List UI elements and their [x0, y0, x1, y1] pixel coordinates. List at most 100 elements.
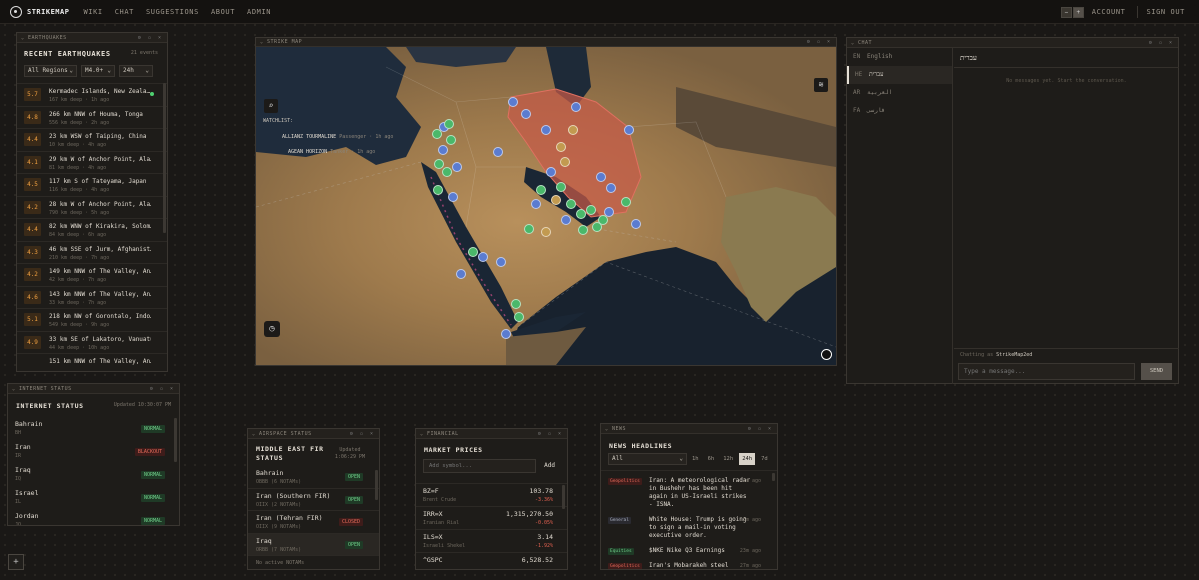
earthquake-row[interactable]: 4.8 266 km NNW of Houma, Tonga 556 km de…: [17, 107, 167, 129]
strike-marker-icon[interactable]: [448, 192, 458, 202]
strike-marker-icon[interactable]: [478, 252, 488, 262]
time-range-tab-24h[interactable]: 24h: [739, 453, 756, 465]
panel-header[interactable]: ⌄ NEWS ⚙ ▫ ×: [601, 424, 777, 434]
strike-marker-icon[interactable]: [496, 257, 506, 267]
news-category-filter[interactable]: All ⌄: [608, 453, 687, 465]
language-item-he[interactable]: HE עברית: [847, 66, 952, 84]
time-range-tab-1h[interactable]: 1h: [689, 453, 702, 465]
vessel-marker-icon[interactable]: [566, 199, 576, 209]
time-range-tab-12h[interactable]: 12h: [720, 453, 736, 465]
country-row[interactable]: Israel IL NORMAL: [8, 487, 179, 510]
vessel-marker-icon[interactable]: [432, 129, 442, 139]
search-icon[interactable]: ⌕: [264, 99, 278, 113]
panel-header[interactable]: ⌄ AIRSPACE STATUS ⚙ ▫ ×: [248, 429, 379, 439]
clock-icon[interactable]: ◷: [264, 321, 280, 337]
earthquake-row[interactable]: 4.4 23 km WSW of Taiping, China 10 km de…: [17, 129, 167, 152]
panel-header[interactable]: ⌄ EARTHQUAKES ⚙ ▫ ×: [17, 33, 167, 43]
panel-controls-icon[interactable]: ⚙ ▫ ×: [150, 384, 175, 394]
news-item[interactable]: Geopolitics Iran's Mobarakeh steel 27m a…: [601, 562, 777, 569]
panel-controls-icon[interactable]: ⚙ ▫ ×: [748, 424, 773, 434]
add-panel-button[interactable]: +: [8, 554, 24, 570]
earthquake-row[interactable]: 4.5 117 km S of Tateyama, Japan 116 km d…: [17, 174, 167, 197]
country-row[interactable]: Iraq IQ NORMAL: [8, 464, 179, 487]
account-link[interactable]: ACCOUNT: [1092, 8, 1126, 16]
nav-link-admin[interactable]: ADMIN: [247, 8, 271, 16]
vessel-marker-icon[interactable]: [621, 197, 631, 207]
vessel-marker-icon[interactable]: [446, 135, 456, 145]
vessel-marker-icon[interactable]: [586, 205, 596, 215]
strike-marker-icon[interactable]: [541, 125, 551, 135]
logo-icon[interactable]: [10, 5, 22, 18]
vessel-marker-icon[interactable]: [442, 167, 452, 177]
country-row[interactable]: Bahrain BH NORMAL: [8, 418, 179, 441]
scrollbar[interactable]: [562, 485, 565, 509]
earthquake-row[interactable]: 5.1 218 km NW of Gorontalo, Indo… 549 km…: [17, 309, 167, 332]
earthquake-row[interactable]: 4.4 82 km WNW of Kirakira, Solom… 84 km …: [17, 219, 167, 242]
strike-marker-icon[interactable]: [561, 215, 571, 225]
news-item[interactable]: General White House: Trump is going to s…: [601, 516, 777, 540]
vessel-label[interactable]: ALLIANZ TOURMALINE Passenger · 1h ago: [282, 134, 393, 140]
scrollbar[interactable]: [375, 470, 378, 500]
earthquake-row[interactable]: 4.2 149 km NNW of The Valley, An… 42 km …: [17, 264, 167, 287]
strike-marker-icon[interactable]: [631, 219, 641, 229]
zoom-in-toggle[interactable]: +: [1072, 6, 1084, 18]
vessel-marker-icon[interactable]: [433, 185, 443, 195]
panel-controls-icon[interactable]: ⚙ ▫ ×: [807, 38, 832, 47]
fir-row[interactable]: Iran (Southern FIR) OIIX (2 NOTAMs) OPEN: [248, 489, 379, 511]
news-item[interactable]: Geopolitics Iran: A meteorological radar…: [601, 477, 777, 509]
strike-marker-icon[interactable]: [546, 167, 556, 177]
zoom-out-toggle[interactable]: −: [1060, 6, 1072, 18]
panel-header[interactable]: ⌄ CHAT ⚙ ▫ ×: [847, 38, 1178, 48]
chat-message-input[interactable]: [958, 363, 1135, 380]
market-price-row[interactable]: IRR=X Iranian Rial 1,315,270.50 -0.05%: [416, 507, 567, 530]
nav-link-suggestions[interactable]: SUGGESTIONS: [146, 8, 199, 16]
earthquake-row[interactable]: 4.6 143 km NNW of The Valley, An… 33 km …: [17, 287, 167, 309]
news-item[interactable]: Equities $NKE Nike Q3 Earnings 23m ago: [601, 547, 777, 555]
earthquake-row[interactable]: 5.7 Kermadec Islands, New Zeala… 167 km …: [17, 84, 167, 107]
strike-marker-icon[interactable]: [531, 199, 541, 209]
language-item-fa[interactable]: FA فارسی: [847, 102, 952, 120]
country-row[interactable]: Iran IR BLACKOUT: [8, 441, 179, 464]
earthquake-row[interactable]: 4.3 46 km SSE of Jurm, Afghanist… 210 km…: [17, 242, 167, 264]
strike-marker-icon[interactable]: [604, 207, 614, 217]
send-button[interactable]: SEND: [1141, 363, 1172, 380]
strike-marker-icon[interactable]: [456, 269, 466, 279]
vessel-marker-icon[interactable]: [511, 299, 521, 309]
map-canvas[interactable]: [256, 47, 836, 365]
earthquake-row[interactable]: 4.1 29 km W of Anchor Point, Ala… 81 km …: [17, 152, 167, 174]
vessel-marker-icon[interactable]: [576, 209, 586, 219]
strike-marker-icon[interactable]: [571, 102, 581, 112]
earthquake-row[interactable]: 151 km NNW of The Valley, An…: [17, 354, 167, 371]
strike-marker-icon[interactable]: [438, 145, 448, 155]
base-marker-icon[interactable]: [560, 157, 570, 167]
strike-marker-icon[interactable]: [606, 183, 616, 193]
panel-controls-icon[interactable]: ⚙ ▫ ×: [1149, 38, 1174, 48]
vessel-marker-icon[interactable]: [592, 222, 602, 232]
panel-controls-icon[interactable]: ⚙ ▫ ×: [538, 429, 563, 439]
base-marker-icon[interactable]: [568, 125, 578, 135]
scrollbar[interactable]: [163, 83, 166, 233]
sign-out-link[interactable]: SIGN OUT: [1146, 8, 1185, 16]
nav-link-about[interactable]: ABOUT: [211, 8, 235, 16]
base-marker-icon[interactable]: [541, 227, 551, 237]
strike-marker-icon[interactable]: [452, 162, 462, 172]
base-marker-icon[interactable]: [551, 195, 561, 205]
strike-marker-icon[interactable]: [596, 172, 606, 182]
language-item-en[interactable]: EN English: [847, 48, 952, 66]
time-range-tab-6h[interactable]: 6h: [705, 453, 718, 465]
magnitude-filter[interactable]: M4.0+ ⌄: [81, 65, 115, 77]
brand-name[interactable]: STRIKEMAP: [27, 8, 69, 16]
fir-row[interactable]: Bahrain OBBB (6 NOTAMs) OPEN: [248, 466, 379, 489]
fir-row[interactable]: Iraq ORBB (7 NOTAMs) OPEN: [248, 533, 379, 556]
scrollbar[interactable]: [772, 473, 775, 481]
strike-marker-icon[interactable]: [624, 125, 634, 135]
vessel-marker-icon[interactable]: [556, 182, 566, 192]
layers-icon[interactable]: ≋: [814, 78, 828, 92]
panel-header[interactable]: ⌄ STRIKE MAP ⚙ ▫ ×: [256, 38, 836, 47]
strike-marker-icon[interactable]: [493, 147, 503, 157]
region-filter[interactable]: All Regions ⌄: [24, 65, 77, 77]
vessel-label[interactable]: AGEAN HORIZON Tanker · 1h ago: [288, 149, 375, 155]
add-symbol-input[interactable]: [423, 459, 536, 473]
market-price-row[interactable]: BZ=F Brent Crude 103.78 -3.36%: [416, 484, 567, 507]
panel-header[interactable]: ⌄ FINANCIAL ⚙ ▫ ×: [416, 429, 567, 439]
